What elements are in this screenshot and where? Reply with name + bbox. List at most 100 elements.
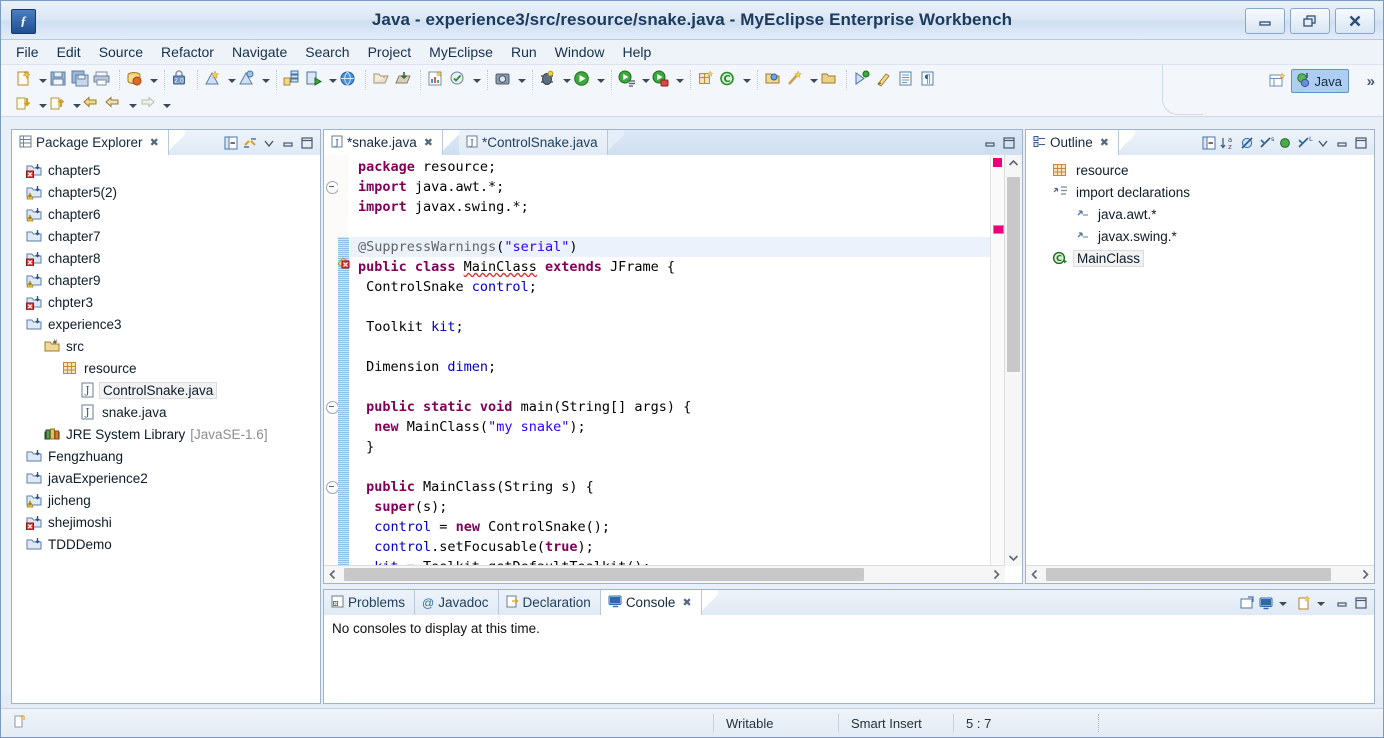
code-lines[interactable]: package resource; import java.awt.*; impor…: [350, 155, 991, 583]
hide-fields-icon[interactable]: [1238, 134, 1256, 152]
perspective-java-button[interactable]: Java: [1290, 69, 1349, 93]
search-wand-icon[interactable]: [785, 69, 807, 90]
view-menu-icon[interactable]: [260, 134, 278, 152]
tab-declaration[interactable]: Declaration: [498, 590, 601, 615]
code-line[interactable]: public class MainClass extends JFrame {: [350, 257, 991, 277]
back-to-icon[interactable]: [14, 94, 36, 115]
hide-static-icon[interactable]: s: [1257, 134, 1275, 152]
prev-edit-icon[interactable]: [82, 94, 104, 115]
folding-gutter[interactable]: [324, 155, 339, 583]
open-resource-icon[interactable]: [819, 69, 841, 90]
editor-tab-snake[interactable]: J *snake.java ✖: [324, 130, 444, 155]
new-wizard-dropdown-icon[interactable]: [36, 70, 48, 90]
error-marker-icon[interactable]: [337, 255, 351, 269]
code-line[interactable]: [350, 377, 991, 397]
tree-item-chapter7[interactable]: chapter7: [18, 225, 320, 247]
overview-ruler[interactable]: [990, 155, 1005, 583]
run-config-dropdown-icon[interactable]: [639, 70, 651, 90]
code-line[interactable]: control.setFocusable(true);: [350, 537, 991, 557]
maximize-icon[interactable]: [1000, 134, 1018, 152]
tree-item-chpter3[interactable]: chpter3: [18, 291, 320, 313]
code-line[interactable]: [350, 297, 991, 317]
next-annotation-icon[interactable]: [852, 69, 874, 90]
code-line[interactable]: public static void main(String[] args) {: [350, 397, 991, 417]
open-type-icon[interactable]: [763, 69, 785, 90]
tree-item-chapter5[interactable]: chapter5: [18, 159, 320, 181]
maximize-icon[interactable]: [298, 134, 316, 152]
validate-dropdown-icon[interactable]: [470, 70, 482, 90]
tree-item-jre-system-library[interactable]: JRE System Library [JavaSE-1.6]: [18, 423, 320, 445]
tab-package-explorer[interactable]: Package Explorer ✖: [12, 130, 169, 155]
minimize-icon[interactable]: [279, 134, 297, 152]
hide-local-types-icon[interactable]: L: [1295, 134, 1313, 152]
new-package-icon[interactable]: [696, 69, 718, 90]
new-class-icon[interactable]: C: [718, 69, 740, 90]
menu-run[interactable]: Run: [502, 42, 546, 62]
code-line[interactable]: [350, 457, 991, 477]
new-wizard-icon[interactable]: [14, 69, 36, 90]
scroll-right-arrow[interactable]: [988, 566, 1005, 583]
forward-nav-icon[interactable]: [138, 94, 160, 115]
menu-help[interactable]: Help: [613, 42, 660, 62]
view-menu-icon[interactable]: [1314, 134, 1332, 152]
globe-icon[interactable]: [338, 69, 360, 90]
code-line[interactable]: package resource;: [350, 157, 991, 177]
tree-item-shejimoshi[interactable]: shejimoshi: [18, 511, 320, 533]
maximize-icon[interactable]: [1352, 594, 1370, 612]
run-dropdown-icon[interactable]: [594, 70, 606, 90]
snapshot-icon[interactable]: [493, 69, 515, 90]
editor-vertical-scrollbar[interactable]: [1004, 155, 1022, 566]
tree-item-controlsnake-java[interactable]: J ControlSnake.java: [18, 379, 320, 401]
forward-to-dropdown-icon[interactable]: [70, 95, 82, 115]
back-dropdown-icon[interactable]: [126, 95, 138, 115]
scroll-left-arrow[interactable]: [324, 566, 341, 583]
code-line[interactable]: [350, 337, 991, 357]
display-selected-console-icon[interactable]: [1257, 594, 1275, 612]
run-secure-icon[interactable]: [651, 69, 673, 90]
close-button[interactable]: [1335, 8, 1375, 34]
hide-nonpublic-icon[interactable]: [1276, 134, 1294, 152]
code-line[interactable]: [350, 217, 991, 237]
menu-navigate[interactable]: Navigate: [223, 42, 296, 62]
open-perspective-icon[interactable]: [1267, 71, 1289, 92]
code-line[interactable]: ControlSnake control;: [350, 277, 991, 297]
package-explorer-tree[interactable]: chapter5 chapter5(2) chapter6 chapter7 chapt…: [12, 155, 320, 555]
outline-item-java-awt[interactable]: java.awt.*: [1052, 203, 1374, 225]
deploy-alt-dropdown-icon[interactable]: [259, 70, 271, 90]
scroll-right-arrow[interactable]: [1357, 566, 1374, 583]
code-line[interactable]: public MainClass(String s) {: [350, 477, 991, 497]
tree-item-chapter5-2[interactable]: chapter5(2): [18, 181, 320, 203]
import-icon[interactable]: [393, 69, 415, 90]
close-icon[interactable]: ✖: [424, 136, 433, 149]
code-line[interactable]: Toolkit kit;: [350, 317, 991, 337]
menu-project[interactable]: Project: [359, 42, 421, 62]
error-marker[interactable]: [993, 158, 1002, 167]
menu-source[interactable]: Source: [90, 42, 152, 62]
validate-icon[interactable]: [448, 69, 470, 90]
menu-file[interactable]: File: [7, 42, 48, 62]
tree-item-javaexperience2[interactable]: javaExperience2: [18, 467, 320, 489]
code-line[interactable]: new MainClass("my snake");: [350, 417, 991, 437]
scroll-down-arrow[interactable]: [1005, 550, 1022, 566]
outline-item-import-declarations[interactable]: import declarations: [1052, 181, 1374, 203]
tab-outline[interactable]: Outline ✖: [1026, 130, 1119, 155]
restore-button[interactable]: [1290, 8, 1330, 34]
minimize-icon[interactable]: [1333, 134, 1351, 152]
menu-refactor[interactable]: Refactor: [152, 42, 223, 62]
horizontal-scrollbar-thumb[interactable]: [344, 568, 864, 581]
code-line[interactable]: control = new ControlSnake();: [350, 517, 991, 537]
collapse-all-icon[interactable]: [1200, 134, 1218, 152]
collapse-all-icon[interactable]: [222, 134, 240, 152]
paragraph-icon[interactable]: ¶: [918, 69, 940, 90]
minimize-icon[interactable]: [981, 134, 999, 152]
error-marker[interactable]: [993, 225, 1004, 234]
save-icon[interactable]: [48, 69, 70, 90]
deploy-dropdown-icon[interactable]: [225, 70, 237, 90]
myeclipse-db-icon[interactable]: [125, 69, 147, 90]
outline-item-javax-swing[interactable]: javax.swing.*: [1052, 225, 1374, 247]
source-code-editor[interactable]: package resource; import java.awt.*; impor…: [324, 155, 1022, 583]
outline-horizontal-scrollbar[interactable]: [1026, 565, 1374, 583]
minimize-button[interactable]: [1245, 8, 1285, 34]
close-icon[interactable]: ✖: [682, 596, 691, 609]
menu-search[interactable]: Search: [296, 42, 358, 62]
